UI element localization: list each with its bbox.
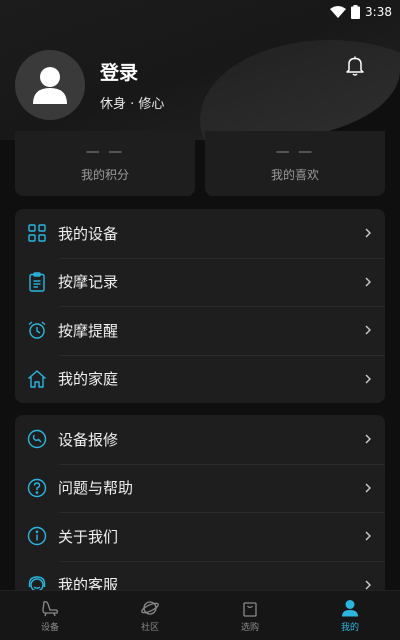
bottom-nav: 设备 社区 选购 我的 <box>0 590 400 640</box>
menu-label: 设备报修 <box>58 430 119 449</box>
points-card[interactable]: — — 我的积分 <box>15 131 195 196</box>
nav-label: 选购 <box>240 622 259 633</box>
points-label: 我的积分 <box>80 168 129 182</box>
nav-tab-devices[interactable]: 设备 <box>0 591 100 640</box>
nav-label: 设备 <box>40 622 59 633</box>
menu-label: 我的设备 <box>58 224 119 243</box>
menu-label: 按摩提醒 <box>58 321 119 340</box>
clipboard-icon <box>27 272 47 292</box>
menu-item-about-us[interactable]: 关于我们 <box>15 512 385 561</box>
points-value: — — <box>85 144 125 160</box>
battery-icon <box>351 5 361 19</box>
user-avatar-icon <box>33 67 67 104</box>
menu-item-massage-reminder[interactable]: 按摩提醒 <box>15 306 385 355</box>
bell-icon[interactable] <box>344 55 366 77</box>
chevron-right-icon <box>365 483 371 493</box>
wrench-icon <box>27 429 47 449</box>
nav-tab-mine[interactable]: 我的 <box>300 591 400 640</box>
nav-label: 我的 <box>340 622 359 633</box>
home-icon <box>27 369 47 389</box>
chevron-right-icon <box>365 228 371 238</box>
grid-icon <box>27 223 47 243</box>
nav-label: 社区 <box>140 622 159 633</box>
likes-value: — — <box>275 144 315 160</box>
menu-label: 按摩记录 <box>58 273 119 292</box>
profile-screen: 3:38 登录 休身 · 修心 — — 我的积分 — — 我的喜欢 我的设备 按… <box>0 0 400 640</box>
menu-item-massage-records[interactable]: 按摩记录 <box>15 257 385 307</box>
chevron-right-icon <box>365 325 371 335</box>
chevron-right-icon <box>365 531 371 541</box>
wifi-icon <box>330 6 347 18</box>
avatar[interactable] <box>15 50 85 120</box>
status-bar: 3:38 <box>0 0 400 24</box>
chevron-right-icon <box>365 434 371 444</box>
menu-group-1: 我的设备 按摩记录 按摩提醒 我的家庭 <box>15 209 385 403</box>
profile-subtitle: 休身 · 修心 <box>100 97 165 112</box>
menu-label: 我的家庭 <box>58 370 119 389</box>
chevron-right-icon <box>365 277 371 287</box>
nav-tab-community[interactable]: 社区 <box>100 591 200 640</box>
planet-icon <box>141 600 159 615</box>
info-icon <box>27 526 47 546</box>
menu-item-help[interactable]: 问题与帮助 <box>15 463 385 513</box>
menu-item-my-devices[interactable]: 我的设备 <box>15 209 385 258</box>
menu-label: 问题与帮助 <box>58 479 134 498</box>
menu-group-2: 设备报修 问题与帮助 关于我们 我的客服 <box>15 415 385 595</box>
help-icon <box>27 478 47 498</box>
shopping-bag-icon <box>243 601 257 617</box>
chevron-right-icon <box>365 580 371 590</box>
chevron-right-icon <box>365 374 371 384</box>
status-time: 3:38 <box>365 5 392 19</box>
likes-card[interactable]: — — 我的喜欢 <box>205 131 385 196</box>
nav-tab-shop[interactable]: 选购 <box>200 591 300 640</box>
menu-item-my-family[interactable]: 我的家庭 <box>15 354 385 404</box>
alarm-clock-icon <box>27 320 47 340</box>
menu-item-device-repair[interactable]: 设备报修 <box>15 415 385 464</box>
likes-label: 我的喜欢 <box>270 168 319 182</box>
profile-icon <box>342 599 358 616</box>
massage-chair-icon <box>42 600 58 616</box>
menu-label: 关于我们 <box>58 527 119 546</box>
login-title[interactable]: 登录 <box>100 58 138 85</box>
